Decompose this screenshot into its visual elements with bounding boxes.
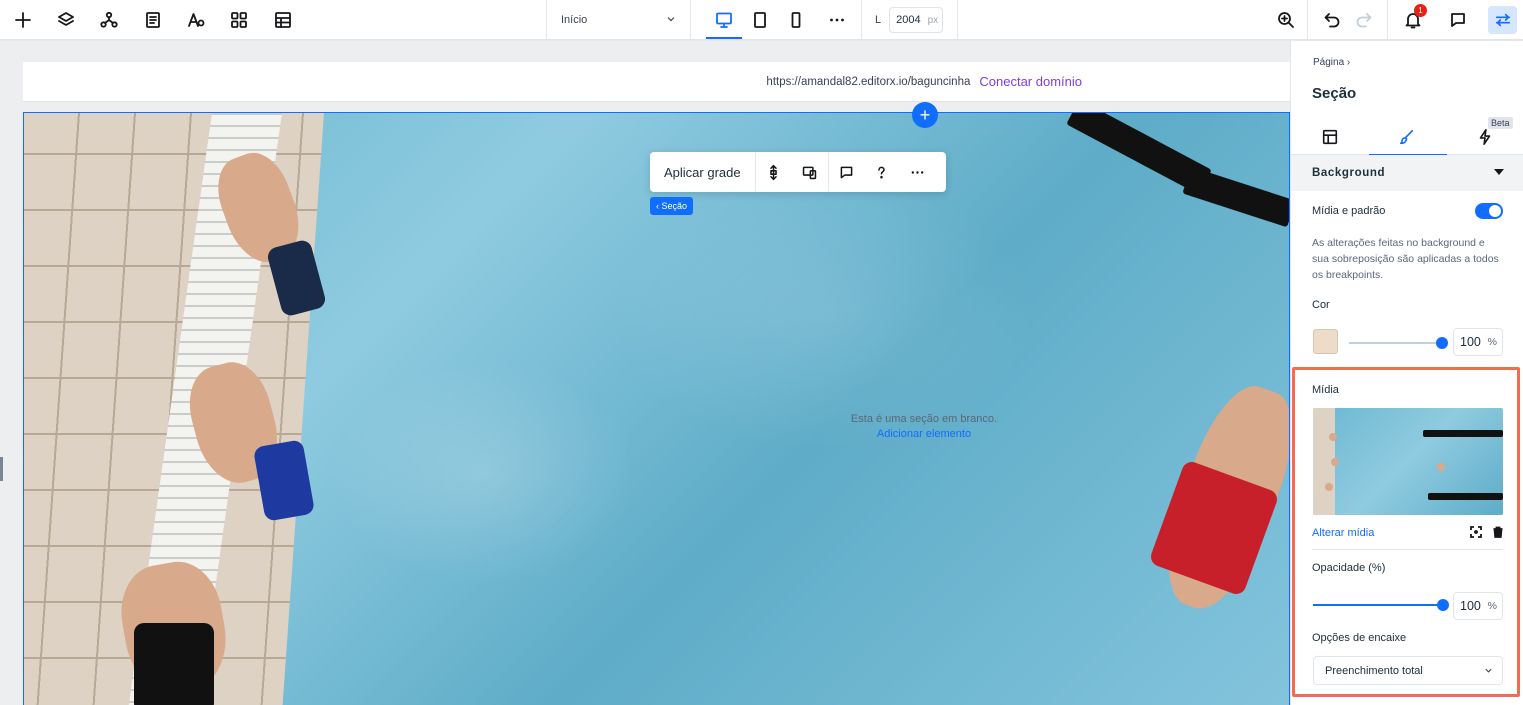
more-breakpoints-icon[interactable] [823,6,851,34]
editor-top-bar: Início L 2004 px 1 [0,0,1523,40]
connect-domain-link[interactable]: Conectar domínio [979,74,1082,89]
media-opacity-input[interactable]: 100 % [1453,592,1503,620]
width-value: 2004 [896,14,921,26]
fit-options-label: Opções de encaixe [1312,632,1407,644]
breakpoint-note: As alterações feitas no background e sua… [1312,237,1499,281]
opacity-label: Opacidade (%) [1312,562,1386,574]
media-label: Mídia [1312,384,1339,396]
background-accordion[interactable]: Background [1291,155,1523,191]
thumbnail-swimmer [1325,483,1333,491]
media-opacity-knob[interactable] [1437,599,1449,611]
page-select-value: Início [561,14,588,26]
tab-design[interactable] [1369,119,1447,156]
media-pattern-toggle[interactable] [1475,203,1503,219]
table-icon[interactable] [269,6,297,34]
toolbar-divider [546,0,547,40]
add-icon[interactable] [9,6,37,34]
color-opacity-input[interactable]: 100 % [1453,328,1503,356]
inspector-panel: Página › Seção Beta Background Mídia e p… [1290,41,1523,705]
inspector-toggle-button[interactable] [1488,6,1517,34]
caret-down-icon [1494,169,1504,175]
breadcrumb[interactable]: Página › [1313,57,1350,68]
toolbar-divider [1307,0,1308,40]
tab-layout[interactable] [1292,119,1368,155]
comments-icon[interactable] [1444,6,1472,34]
site-url: https://amandal82.editorx.io/baguncinha [766,75,971,88]
text-theme-icon[interactable] [182,6,210,34]
section-tag[interactable]: ‹ Seção [650,197,694,215]
breakpoint-active-indicator [706,37,742,39]
color-opacity-knob[interactable] [1436,337,1448,349]
color-opacity-value: 100 [1460,335,1481,349]
tablet-breakpoint-icon[interactable] [746,6,774,34]
notification-badge: 1 [1414,4,1427,17]
swimmer-suit [134,623,214,705]
accordion-title: Background [1312,167,1386,179]
delete-media-icon[interactable] [1491,525,1505,539]
thumbnail-swimmer [1437,463,1445,471]
color-label: Cor [1312,299,1330,311]
toolbar-divider [690,0,691,40]
thumbnail-lane [1428,493,1503,500]
desktop-breakpoint-icon[interactable] [710,6,738,34]
pool-lane-marker [1182,166,1289,228]
width-unit: px [927,14,939,26]
media-pattern-label: Mídia e padrão [1312,205,1386,217]
section-resize-handle[interactable] [0,457,3,481]
thumbnail-swimmer [1331,458,1339,466]
layers-icon[interactable] [52,6,80,34]
comment-icon[interactable] [827,152,864,192]
empty-section-text: Esta é uma seção em branco. [850,413,998,425]
toolbar-divider [861,0,862,40]
chevron-down-icon [667,17,675,22]
color-swatch[interactable] [1313,329,1338,354]
empty-section-message: Esta é uma seção em branco. Adicionar el… [24,413,1289,440]
apps-grid-icon[interactable] [225,6,253,34]
toolbar-divider [1387,0,1388,40]
beta-badge: Beta [1488,117,1513,129]
site-url-bar: https://amandal82.editorx.io/baguncinha … [23,62,1290,102]
percent-unit: % [1487,336,1497,348]
add-element-link[interactable]: Adicionar elemento [24,428,1289,440]
arrange-icon[interactable] [756,152,792,192]
sliders-icon [1495,13,1510,27]
mobile-breakpoint-icon[interactable] [782,6,810,34]
lightning-icon [1479,128,1491,146]
apply-grid-button[interactable]: Aplicar grade [650,152,756,192]
layout-icon [1322,129,1338,145]
width-input[interactable]: 2004 px [889,7,944,33]
editor-canvas: https://amandal82.editorx.io/baguncinha … [0,41,1290,705]
section-floating-toolbar: Aplicar grade [650,152,946,192]
add-section-button[interactable]: + [912,102,938,128]
change-media-link[interactable]: Alterar mídia [1312,527,1374,539]
canvas-width-control: L 2004 px [875,6,944,34]
zoom-icon[interactable] [1272,6,1300,34]
redo-icon[interactable] [1350,6,1378,34]
chevron-down-icon [1485,668,1492,673]
color-opacity-fill [1349,342,1439,344]
panel-title: Seção [1312,85,1357,102]
toolbar-divider [957,0,958,40]
fit-options-dropdown[interactable]: Preenchimento total [1313,656,1503,685]
width-label: L [875,14,882,26]
paintbrush-icon [1399,129,1414,145]
more-actions-icon[interactable] [900,152,936,192]
focal-point-icon[interactable] [1469,525,1483,539]
media-opacity-value: 100 [1460,599,1481,613]
undo-icon[interactable] [1318,6,1346,34]
help-icon[interactable] [864,152,900,192]
page-select[interactable]: Início [548,0,690,40]
thumbnail-lane [1423,430,1503,437]
panel-divider [1312,549,1503,550]
percent-unit: % [1487,600,1497,612]
responsive-behavior-icon[interactable] [792,152,828,192]
thumbnail-swimmer [1329,433,1337,441]
fit-options-value: Preenchimento total [1325,664,1423,677]
pages-icon[interactable] [139,6,167,34]
media-opacity-fill [1313,604,1441,606]
media-thumbnail[interactable] [1313,408,1503,515]
connect-apps-icon[interactable] [95,6,123,34]
